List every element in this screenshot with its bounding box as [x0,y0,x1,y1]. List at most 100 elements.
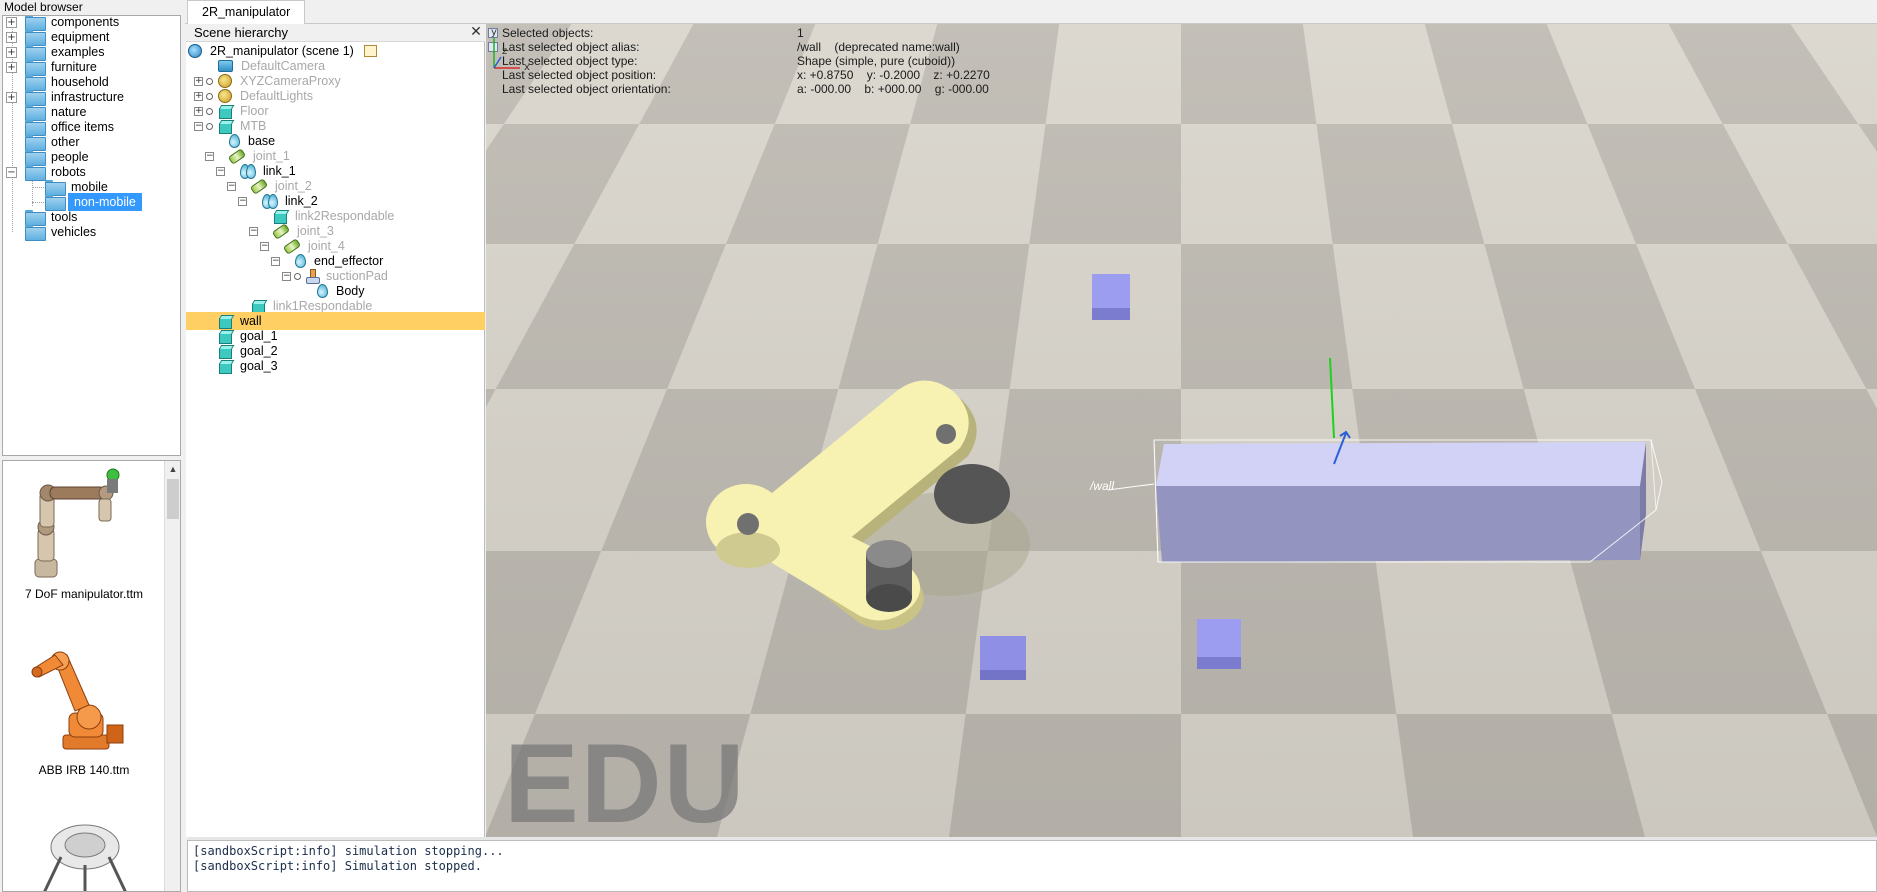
collapse-icon[interactable]: − [282,271,291,281]
camera-icon [218,60,233,72]
folder-icon [45,195,66,211]
folder-icon [25,105,46,121]
collapse-icon[interactable]: − [205,151,214,161]
robot-arm-thumbnail-icon [34,468,120,578]
globe-icon [188,44,202,58]
scene-item-goal-3[interactable]: goal_3 [194,357,278,375]
status-console[interactable]: [sandboxScript:info] simulation stopping… [187,840,1877,892]
expand-icon[interactable]: + [6,31,17,43]
thumbnails-scrollbar[interactable]: ▲ [164,461,180,891]
axis-gizmo-icon: y z x [491,27,530,73]
folder-icon [25,90,46,106]
folder-icon [25,225,46,241]
folder-icon [25,30,46,46]
suction-icon [306,269,320,284]
expand-icon[interactable]: + [6,91,17,103]
thumbnail-delta-robot[interactable] [3,817,165,891]
tab-2r-manipulator[interactable]: 2R_manipulator [187,0,306,25]
folder-icon [25,210,46,226]
visibility-dot-icon [206,107,213,115]
folder-icon [25,16,46,31]
cube-icon [218,105,232,119]
folder-icon [25,45,46,61]
scene-hierarchy-panel: Scene hierarchy ✕ 2R_manipulator (scene … [186,24,485,837]
visibility-dot-icon [294,272,301,280]
info-value: 1 [797,26,804,40]
expand-icon[interactable]: + [6,16,17,28]
collapse-icon[interactable]: − [271,256,280,266]
folder-icon [25,150,46,166]
info-value: a: -000.00 b: +000.00 g: -000.00 [797,82,989,96]
app-window: Model browser + components + equipment + ex… [0,0,1877,892]
folder-vehicles[interactable]: vehicles [6,223,96,241]
expand-icon[interactable]: + [194,91,203,101]
thumbnail-abb-irb-140[interactable]: ABB IRB 140.ttm [3,639,165,789]
cube-icon [218,360,232,374]
close-icon[interactable]: ✕ [469,25,483,39]
cube-icon [251,300,265,314]
visibility-dot-icon [206,92,213,100]
console-line: [sandboxScript:info] Simulation stopped. [193,859,482,873]
expand-icon[interactable]: + [194,106,203,116]
scene-hierarchy-title: Scene hierarchy [194,25,288,40]
industrial-robot-thumbnail-icon [31,651,124,750]
collapse-icon[interactable]: − [260,241,269,251]
info-label: Last selected object orientation: [502,82,671,96]
info-value: /wall (deprecated name:wall) [797,40,960,54]
thumbnail-label: 7 DoF manipulator.ttm [24,587,144,601]
folder-icon [45,180,66,196]
folder-icon [25,60,46,76]
collapse-icon[interactable]: − [249,226,258,236]
drop-icon [295,254,306,268]
cube-icon [218,330,232,344]
drop-icon [229,134,240,148]
scroll-up-arrow-icon[interactable]: ▲ [165,461,180,477]
drop-icon [317,284,328,298]
thumbnail-7dof-manipulator[interactable]: 7 DoF manipulator.ttm [3,463,165,613]
expand-icon[interactable]: + [194,76,203,86]
console-line: [sandboxScript:info] simulation stopping… [193,844,504,858]
folder-icon [25,135,46,151]
info-value: x: +0.8750 y: -0.2000 z: +0.2270 [797,68,990,82]
info-value: Shape (simple, pure (cuboid)) [797,54,956,68]
expand-icon[interactable]: + [6,46,17,58]
proxy-icon [218,89,232,103]
drop-pair-icon [262,194,278,209]
cube-icon [218,315,232,329]
cube-icon [273,210,287,224]
axis-z-label: z [502,46,507,57]
folder-icon [25,120,46,136]
scrollbar-thumb[interactable] [167,479,179,519]
edu-watermark: EDU [504,721,747,837]
3d-viewport[interactable]: Selected objects: 1 Last selected object a… [486,24,1877,837]
goal-cube-under-arm[interactable] [980,636,1026,680]
goal-cube-bottom-right[interactable] [1197,619,1241,669]
visibility-dot-icon [206,122,213,130]
selection-info-overlay: Selected objects: 1 Last selected object a… [486,24,1877,104]
scene-hierarchy-header: Scene hierarchy ✕ [186,24,485,42]
script-icon[interactable] [363,45,377,57]
model-browser-panel: Model browser + components + equipment + ex… [0,0,183,892]
model-thumbnails[interactable]: 7 DoF manipulator.ttm ABB IRB 140.ttm ▲ [2,460,181,892]
axis-y-label: y [491,27,497,38]
visibility-dot-icon [206,77,213,85]
wall-label-tag: /wall [1090,479,1115,493]
goal-cube-top[interactable] [1092,274,1130,320]
model-browser-tree[interactable]: + components + equipment + examples + furnit… [2,15,181,456]
scene-item-label: goal_3 [240,359,278,373]
collapse-icon[interactable]: − [216,166,225,176]
collapse-icon[interactable]: − [6,166,17,178]
expand-icon[interactable]: + [6,61,17,73]
scene-tab-bar: 2R_manipulator [185,0,1877,25]
folder-label: non-mobile [68,193,142,211]
delta-robot-thumbnail-icon [43,824,127,891]
scene-render [486,24,1877,837]
collapse-icon[interactable]: − [227,181,236,191]
collapse-icon[interactable]: − [194,121,203,131]
drop-pair-icon [240,164,256,179]
model-browser-title: Model browser [4,0,83,14]
folder-icon [25,165,46,181]
scene-hierarchy-tree[interactable]: 2R_manipulator (scene 1) DefaultCamera + XY… [186,42,485,837]
axis-x-label: x [524,62,530,73]
collapse-icon[interactable]: − [238,196,247,206]
